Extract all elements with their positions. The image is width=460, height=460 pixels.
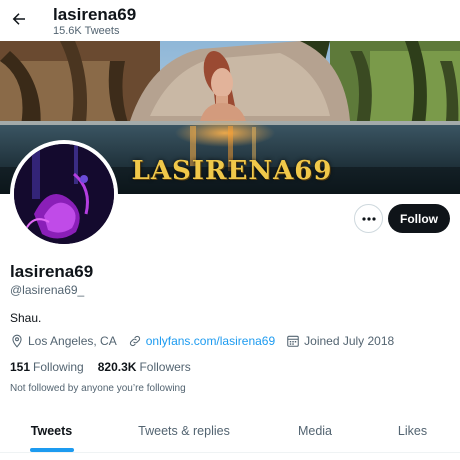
- active-tab-indicator: [29, 448, 74, 452]
- following-label: Following: [33, 360, 84, 374]
- not-followed-note: Not followed by anyone you’re following: [10, 383, 186, 394]
- calendar-icon: [287, 335, 299, 347]
- link-icon: [129, 335, 140, 347]
- header-title: lasirena69: [53, 5, 137, 24]
- profile-meta: Los Angeles, CA onlyfans.com/lasirena69 …: [10, 333, 405, 349]
- tab-media[interactable]: Media: [265, 411, 365, 451]
- location-pin-icon: [12, 334, 22, 348]
- location-item: Los Angeles, CA: [10, 334, 117, 348]
- tab-label: Tweets & replies: [138, 424, 230, 438]
- followers-label: Followers: [139, 360, 191, 374]
- top-bar: lasirena69 15.6K Tweets: [0, 0, 460, 41]
- tab-label: Likes: [397, 424, 428, 438]
- profile-handle: @lasirena69_: [10, 283, 85, 297]
- following-count: 151: [10, 360, 31, 374]
- followers-count: 820.3K: [97, 360, 137, 374]
- more-options-button[interactable]: [354, 204, 383, 233]
- follow-stats: 151 Following 820.3K Followers: [10, 360, 205, 374]
- tab-likes[interactable]: Likes: [365, 411, 460, 451]
- more-dots-icon: [361, 216, 376, 221]
- follow-button[interactable]: Follow: [388, 204, 450, 233]
- profile-bio: Shau.: [10, 311, 42, 325]
- followers-stat[interactable]: 820.3K Followers: [98, 360, 191, 374]
- back-arrow-icon[interactable]: [8, 8, 30, 30]
- following-stat[interactable]: 151 Following: [10, 360, 84, 374]
- location-text: Los Angeles, CA: [28, 334, 117, 348]
- tab-label: Media: [297, 424, 333, 438]
- website-link[interactable]: onlyfans.com/lasirena69: [146, 334, 275, 348]
- tweet-count: 15.6K Tweets: [53, 25, 120, 37]
- joined-text: Joined July 2018: [304, 334, 395, 348]
- tab-label: Tweets: [30, 424, 73, 438]
- tab-tweets[interactable]: Tweets: [0, 411, 103, 452]
- tab-tweets-and-replies[interactable]: Tweets & replies: [103, 411, 265, 451]
- website-item[interactable]: onlyfans.com/lasirena69: [128, 334, 275, 348]
- display-name: lasirena69: [10, 262, 94, 281]
- avatar[interactable]: [10, 140, 118, 248]
- avatar-image: [14, 144, 114, 244]
- joined-item: Joined July 2018: [286, 334, 394, 348]
- profile-tabs: Tweets Tweets & replies Media Likes: [0, 411, 460, 453]
